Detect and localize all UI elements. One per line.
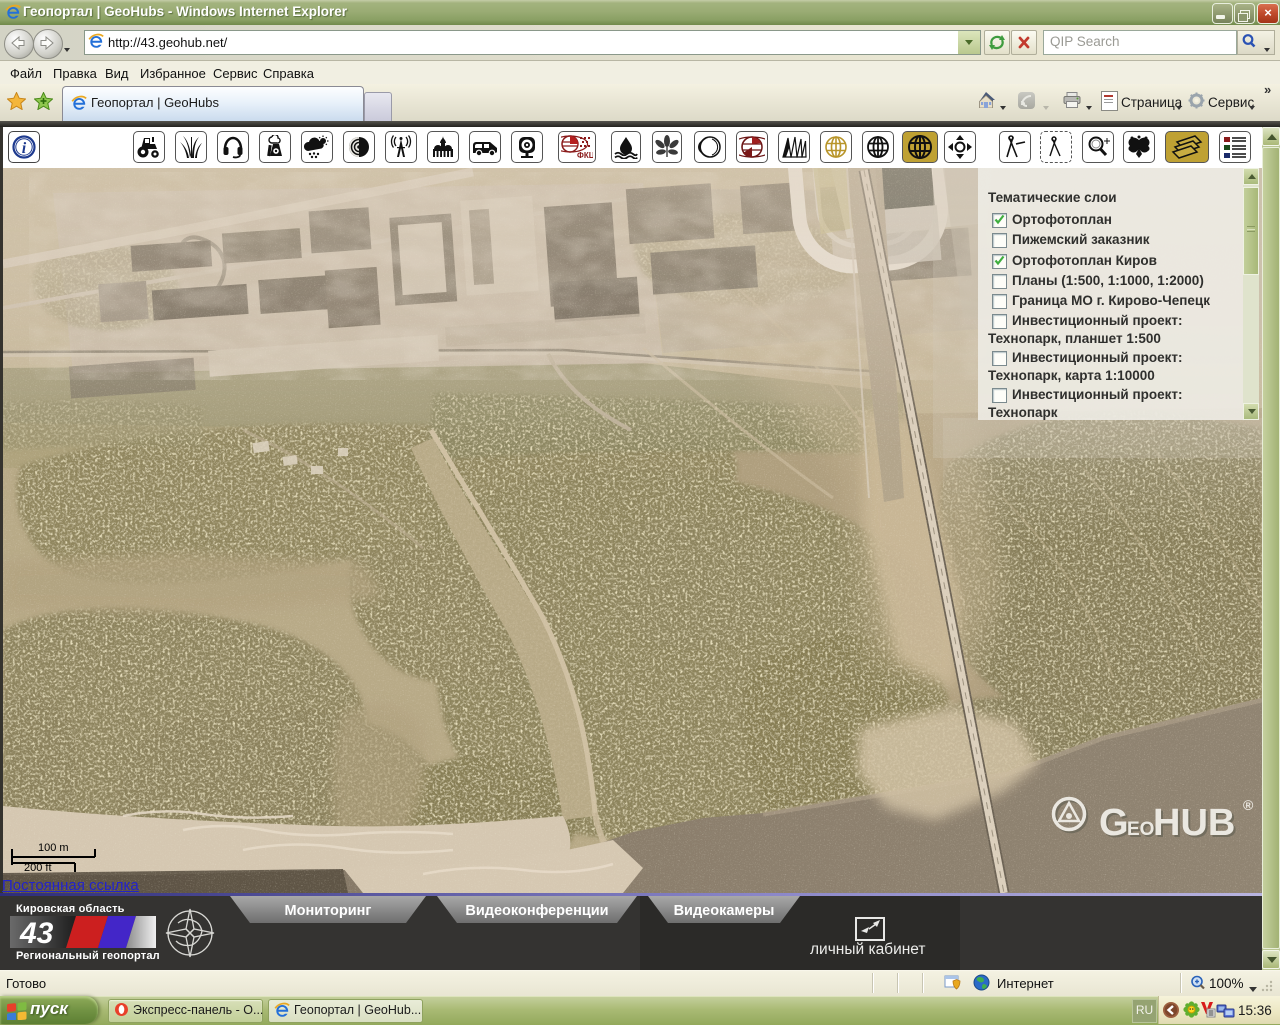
svg-text:HUB: HUB xyxy=(1153,802,1235,844)
svg-text:G: G xyxy=(1099,802,1129,844)
svg-text:EO: EO xyxy=(1127,819,1154,840)
svg-text:®: ® xyxy=(1243,797,1254,813)
svg-text:i: i xyxy=(22,140,27,157)
svg-text:ФКЦ: ФКЦ xyxy=(577,151,593,160)
